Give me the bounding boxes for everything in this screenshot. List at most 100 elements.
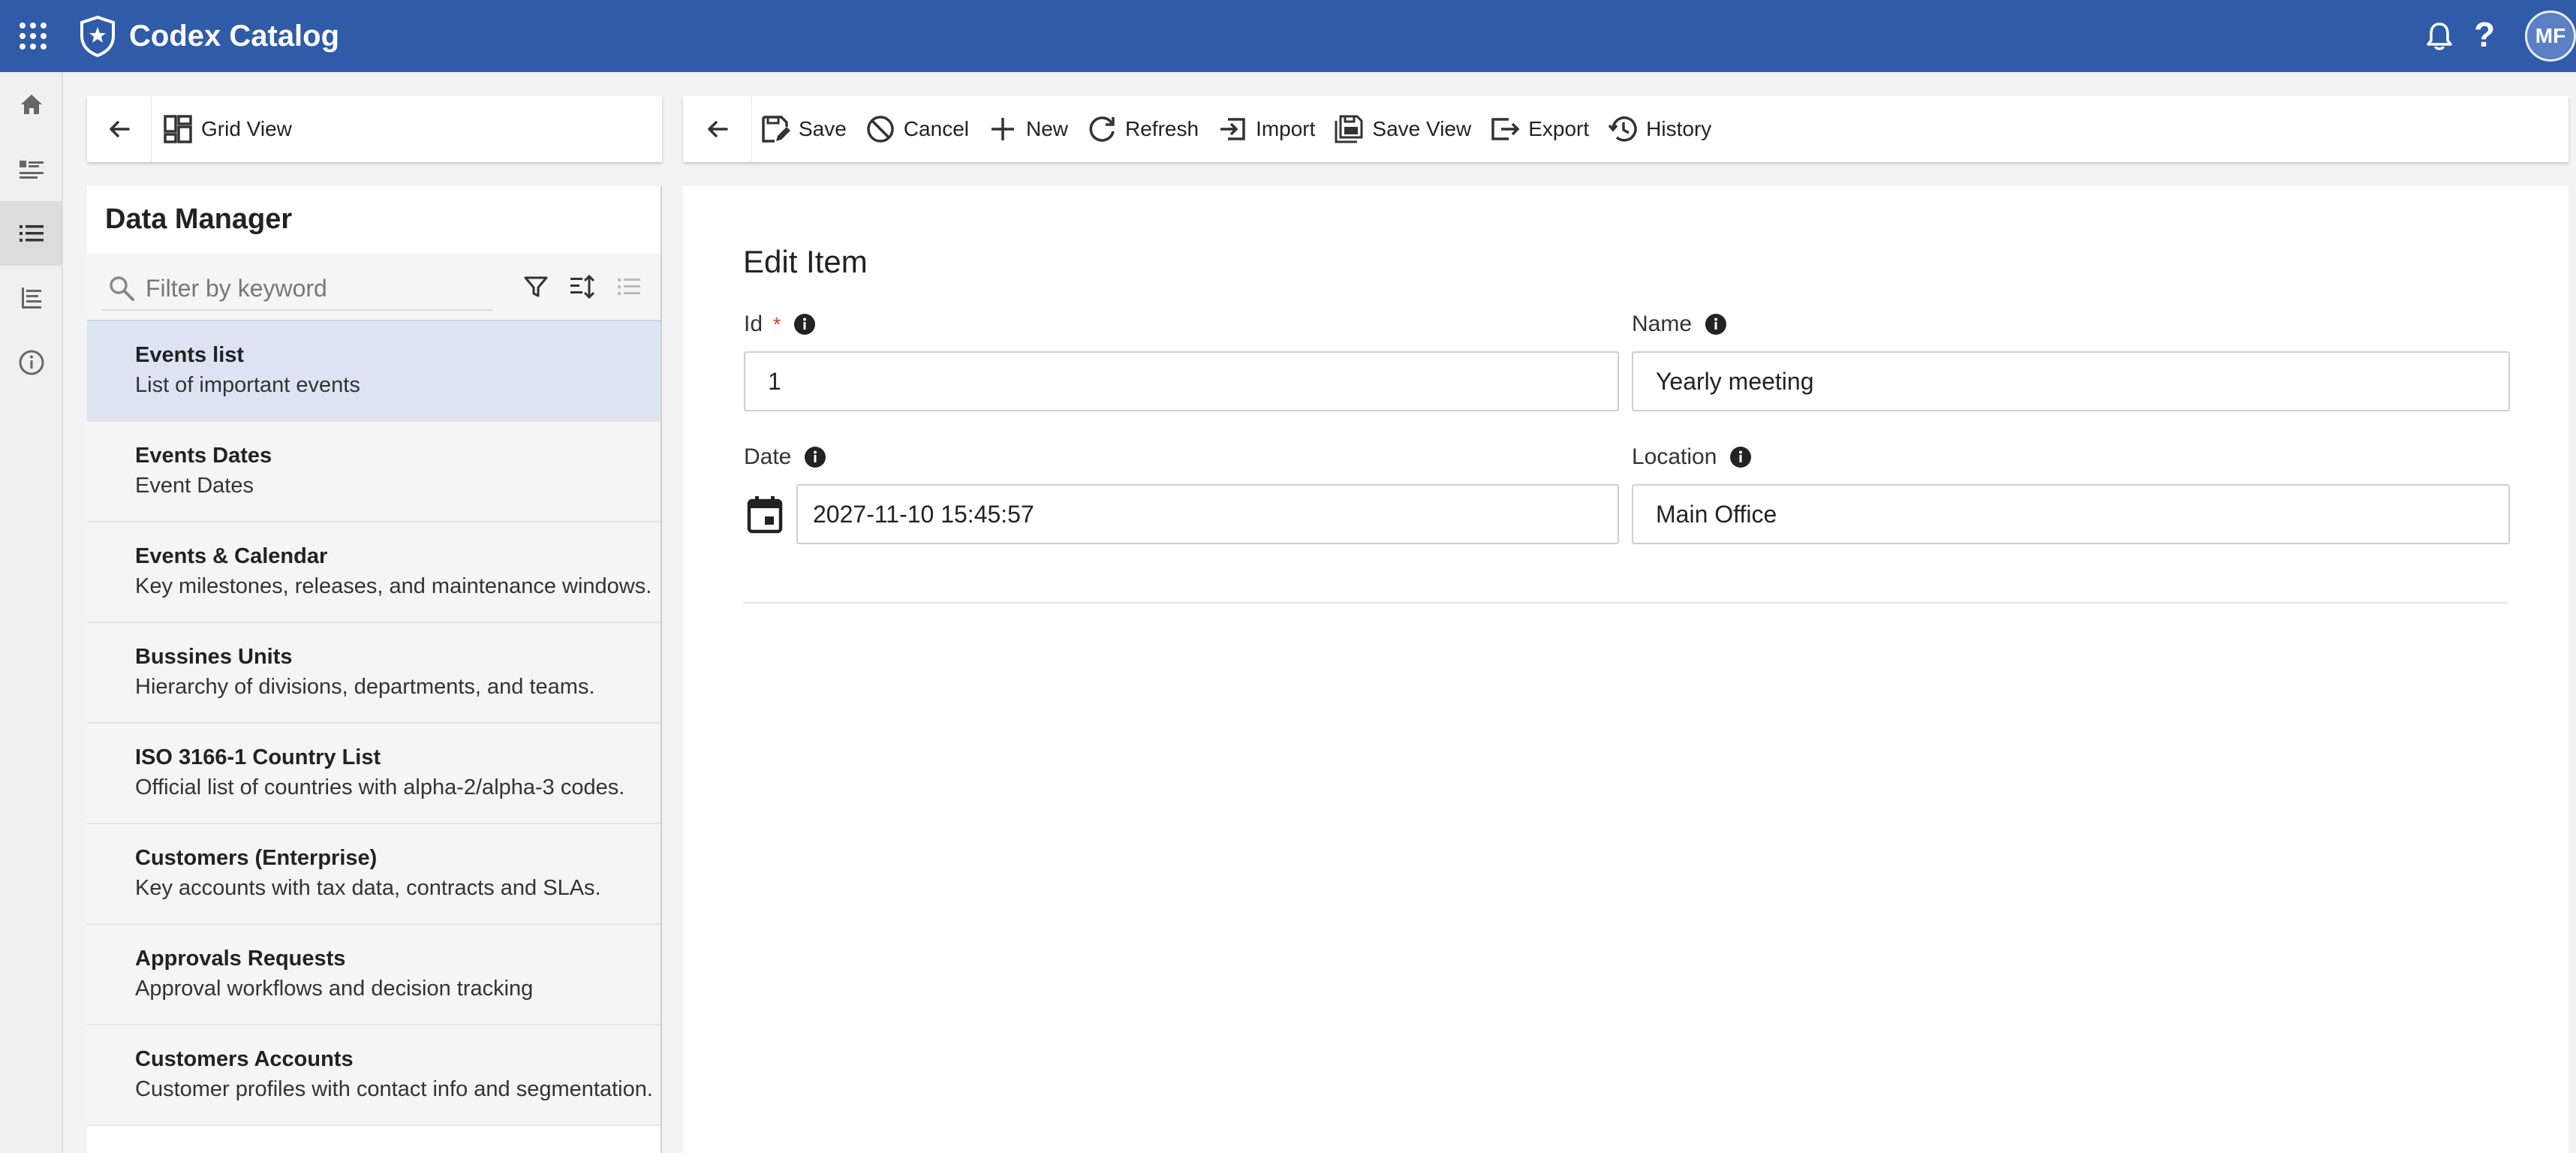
name-label-text: Name (1632, 312, 1693, 336)
bell-icon[interactable] (2423, 20, 2456, 53)
home-icon (21, 95, 42, 114)
list-item-description: List of important events (135, 373, 360, 397)
rail-item-info[interactable] (0, 330, 63, 395)
list-item-description: Key accounts with tax data, contracts an… (135, 876, 601, 900)
list-icon (20, 225, 44, 242)
list-item-description: Approval workflows and decision tracking (135, 977, 534, 1001)
history-button[interactable]: History (1598, 96, 1720, 162)
list-item[interactable]: Events list List of important events (87, 321, 661, 422)
list-detail-icon (20, 161, 44, 179)
tree-list-icon (22, 287, 41, 309)
id-label: Id * (744, 309, 817, 339)
grid-view-icon (164, 115, 192, 143)
apps-grid-icon[interactable] (20, 23, 47, 50)
list-item-title: Events list (135, 343, 245, 367)
location-label: Location (1632, 442, 1753, 472)
filter-field (102, 267, 492, 311)
cancel-label: Cancel (903, 117, 969, 140)
list-item-title: Customers Accounts (135, 1047, 354, 1071)
list-item-title: Bussines Units (135, 645, 293, 669)
filter-row (87, 254, 661, 321)
list-item[interactable]: Approvals Requests Approval workflows an… (87, 925, 661, 1025)
export-icon (1491, 118, 1520, 140)
list-back-button[interactable] (87, 96, 152, 162)
refresh-button[interactable]: Refresh (1077, 96, 1208, 162)
list-item-description: Hierarchy of divisions, departments, and… (135, 675, 595, 699)
cancel-icon (867, 116, 894, 143)
search-icon (110, 276, 134, 301)
list-item[interactable]: Customers (Enterprise) Key accounts with… (87, 824, 661, 925)
arrow-left-icon (109, 121, 130, 137)
list-item-description: Key milestones, releases, and maintenanc… (135, 574, 652, 598)
list-item-title: Approvals Requests (135, 947, 346, 971)
list-item[interactable]: Customers Accounts Customer profiles wit… (87, 1025, 661, 1126)
save-view-icon (1335, 115, 1363, 143)
filter-funnel-icon[interactable] (521, 272, 551, 302)
location-input[interactable] (1632, 484, 2510, 544)
list-toolbar: Grid View (87, 96, 662, 162)
list-item-description: Official list of countries with alpha-2/… (135, 775, 625, 799)
list-item-title: Customers (Enterprise) (135, 846, 378, 870)
form-divider (743, 602, 2508, 604)
grid-view-button[interactable]: Grid View (152, 96, 301, 162)
rail-item-list-detail[interactable] (0, 137, 63, 201)
panel-title: Data Manager (105, 203, 293, 235)
location-label-text: Location (1632, 444, 1717, 469)
left-nav-rail (0, 72, 63, 1153)
info-icon (19, 350, 44, 375)
list-item[interactable]: ISO 3166-1 Country List Official list of… (87, 724, 661, 824)
rail-item-lists[interactable] (0, 201, 63, 266)
arrow-left-icon (707, 121, 728, 137)
save-button[interactable]: Save (752, 96, 856, 162)
info-icon[interactable] (803, 445, 827, 469)
list-item-title: ISO 3166-1 Country List (135, 745, 381, 769)
app-title: Codex Catalog (129, 20, 340, 53)
filter-input[interactable] (146, 274, 476, 303)
date-input[interactable] (796, 484, 1619, 544)
user-avatar[interactable]: MF (2525, 11, 2576, 62)
help-icon[interactable]: ? (2474, 14, 2495, 56)
name-input[interactable] (1632, 351, 2510, 411)
save-edit-icon (762, 116, 790, 143)
save-label: Save (799, 117, 847, 140)
data-manager-panel: Data Manager Events list List of importa… (87, 186, 662, 1153)
shield-logo-icon (80, 15, 115, 57)
cancel-button[interactable]: Cancel (856, 96, 978, 162)
new-label: New (1026, 117, 1069, 140)
date-label-text: Date (744, 444, 792, 469)
export-button[interactable]: Export (1480, 96, 1598, 162)
rail-item-tree[interactable] (0, 266, 63, 330)
rail-item-home[interactable] (0, 72, 63, 137)
list-item[interactable]: Events & Calendar Key milestones, releas… (87, 522, 661, 623)
list-item[interactable]: Events Dates Event Dates (87, 422, 661, 522)
export-label: Export (1528, 117, 1590, 140)
date-label: Date (744, 442, 827, 472)
import-button[interactable]: Import (1208, 96, 1324, 162)
main-back-button[interactable] (683, 96, 752, 162)
info-icon[interactable] (793, 312, 817, 336)
list-item-description: Customer profiles with contact info and … (135, 1077, 653, 1101)
top-header: Codex Catalog ? MF (0, 0, 2576, 72)
info-icon[interactable] (1704, 312, 1728, 336)
new-button[interactable]: New (978, 96, 1077, 162)
history-icon (1608, 116, 1637, 142)
history-label: History (1646, 117, 1712, 140)
grid-view-label: Grid View (201, 117, 292, 140)
save-view-button[interactable]: Save View (1324, 96, 1480, 162)
id-label-text: Id (744, 312, 763, 336)
plus-icon (992, 118, 1014, 140)
form-title: Edit Item (743, 244, 868, 279)
info-icon[interactable] (1729, 445, 1753, 469)
sort-icon[interactable] (567, 272, 597, 302)
edit-form-panel: Edit Item Id * Name Date Location (683, 186, 2568, 1153)
id-input[interactable] (744, 351, 1619, 411)
save-view-label: Save View (1372, 117, 1472, 140)
list-item[interactable]: Bussines Units Hierarchy of divisions, d… (87, 623, 661, 724)
main-toolbar: Save Cancel New Refresh Import Save View… (683, 96, 2568, 162)
calendar-icon[interactable] (746, 494, 784, 534)
import-label: Import (1256, 117, 1316, 140)
required-marker: * (773, 313, 781, 336)
list-options-icon (618, 278, 640, 295)
list-item-title: Events & Calendar (135, 544, 328, 568)
refresh-label: Refresh (1125, 117, 1199, 140)
